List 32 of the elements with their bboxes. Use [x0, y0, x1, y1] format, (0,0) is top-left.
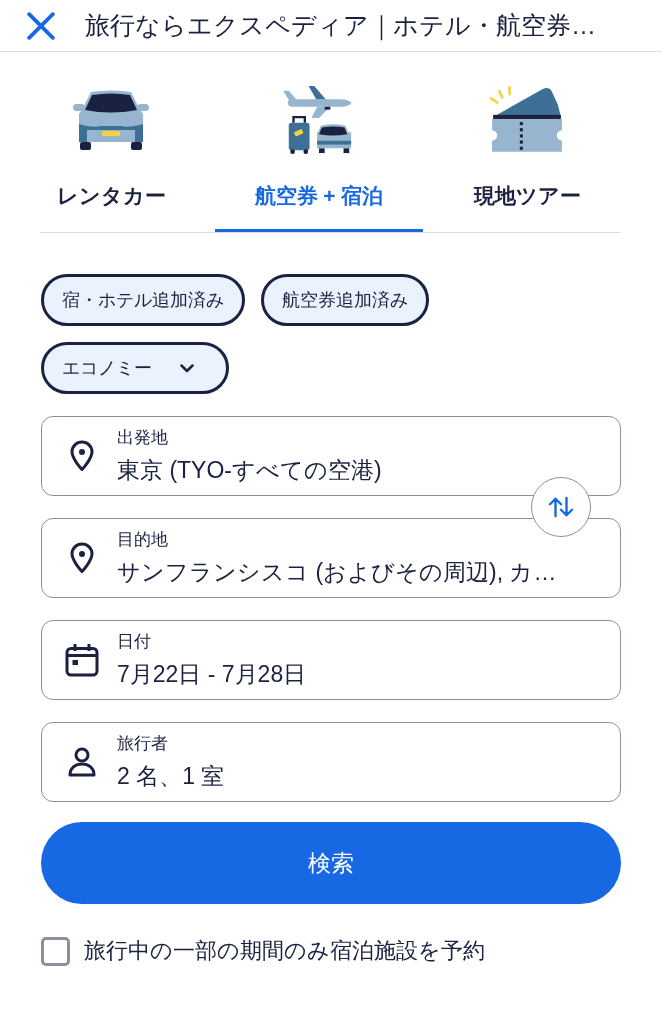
close-button[interactable]: [27, 11, 55, 40]
travelers-field[interactable]: 旅行者 2 名、1 室: [41, 722, 621, 802]
swap-arrows-icon: [548, 496, 574, 518]
tab[interactable]: 現地ツアー: [423, 52, 631, 232]
field-label: 目的地: [117, 529, 169, 551]
location-pin-icon: [70, 542, 94, 574]
location-pin-icon: [70, 440, 94, 472]
field-value: 東京 (TYO-すべての空港): [117, 456, 382, 485]
tab[interactable]: レンタカー: [7, 52, 215, 232]
field-value: 2 名、1 室: [117, 762, 225, 791]
swap-button[interactable]: [531, 477, 591, 537]
caret-icon: [180, 363, 194, 373]
person-icon: [68, 747, 96, 777]
toggle-chip[interactable]: 航空券追加済み: [261, 274, 429, 326]
field-value: サンフランシスコ (およびその周辺), カ…: [117, 558, 557, 587]
field-label: 日付: [117, 631, 152, 653]
ticket-icon: [489, 86, 565, 154]
checkbox[interactable]: [41, 936, 70, 966]
location-field[interactable]: 出発地 東京 (TYO-すべての空港): [41, 416, 621, 496]
search-button[interactable]: 検索: [41, 822, 621, 904]
tab[interactable]: 航空券 + 宿泊: [215, 52, 423, 232]
field-label: 出発地: [117, 427, 169, 449]
field-label: 旅行者: [117, 733, 169, 755]
calendar-icon: [65, 643, 99, 677]
page-title: 旅行ならエクスペディア｜ホテル・航空券…: [85, 10, 596, 42]
date-field[interactable]: 日付 7月22日 - 7月28日: [41, 620, 621, 700]
close-icon: [27, 11, 55, 40]
cabin-class-dropdown[interactable]: エコノミー: [41, 342, 229, 394]
location-field[interactable]: 目的地 サンフランシスコ (およびその周辺), カ…: [41, 518, 621, 598]
toggle-chip[interactable]: 宿・ホテル追加済み: [41, 274, 245, 326]
field-value: 7月22日 - 7月28日: [117, 660, 307, 689]
checkbox-label: 旅行中の一部の期間のみ宿泊施設を予約: [84, 937, 485, 965]
